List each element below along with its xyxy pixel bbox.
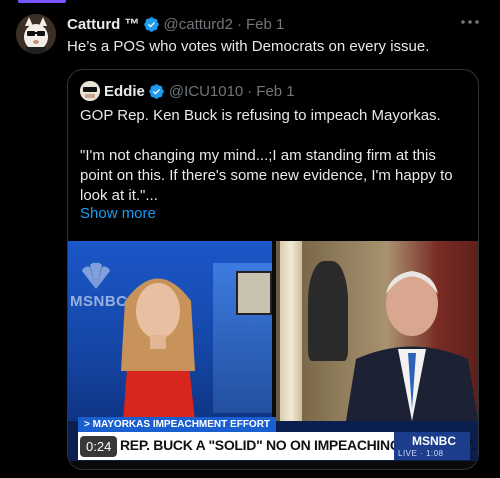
- congressman-figure: [346, 271, 478, 421]
- quote-author-avatar: [80, 81, 100, 101]
- more-horizontal-icon[interactable]: [458, 12, 482, 32]
- tweet[interactable]: Catturd ™ @catturd2 · Feb 1 He’s a POS w…: [0, 0, 500, 478]
- author-avatar[interactable]: [16, 14, 56, 54]
- quote-text-line: GOP Rep. Ken Buck is refusing to impeach…: [80, 107, 441, 124]
- video-timer: 0:24: [80, 436, 118, 457]
- quote-date[interactable]: Feb 1: [256, 83, 294, 100]
- video-player[interactable]: MSNBC > MAYORKAS IMPEACHMENT EFFORT REP.…: [68, 241, 478, 469]
- live-indicator: LIVE · 1:08: [398, 449, 444, 458]
- quoted-tweet[interactable]: Eddie @ICU1010 · Feb 1 GOP Rep. Ken Buck…: [67, 69, 479, 470]
- quote-text-paragraph: "I'm not changing my mind...;I am standi…: [80, 147, 453, 204]
- tweet-date[interactable]: Feb 1: [246, 16, 284, 33]
- capitol-interview-frame: [276, 241, 478, 421]
- network-brand: MSNBC: [412, 434, 456, 448]
- tweet-text: He’s a POS who votes with Democrats on e…: [67, 38, 430, 55]
- author-handle[interactable]: @catturd2: [164, 16, 233, 33]
- separator-dot: ·: [247, 82, 253, 100]
- author-name[interactable]: Catturd ™: [67, 16, 140, 33]
- quote-header: Eddie @ICU1010 · Feb 1: [80, 81, 295, 101]
- lower-third-tag: > MAYORKAS IMPEACHMENT EFFORT: [78, 417, 277, 432]
- verified-badge-icon: [149, 83, 164, 99]
- tweet-header: Catturd ™ @catturd2 · Feb 1: [67, 14, 284, 34]
- separator-dot: ·: [236, 15, 242, 33]
- studio-anchor-frame: MSNBC: [68, 241, 274, 421]
- show-more-link[interactable]: Show more: [80, 204, 156, 224]
- quote-author-handle[interactable]: @ICU1010: [169, 83, 243, 100]
- quote-author-name[interactable]: Eddie: [104, 83, 145, 100]
- anchor-figure: [121, 278, 195, 421]
- verified-badge-icon: [143, 16, 159, 32]
